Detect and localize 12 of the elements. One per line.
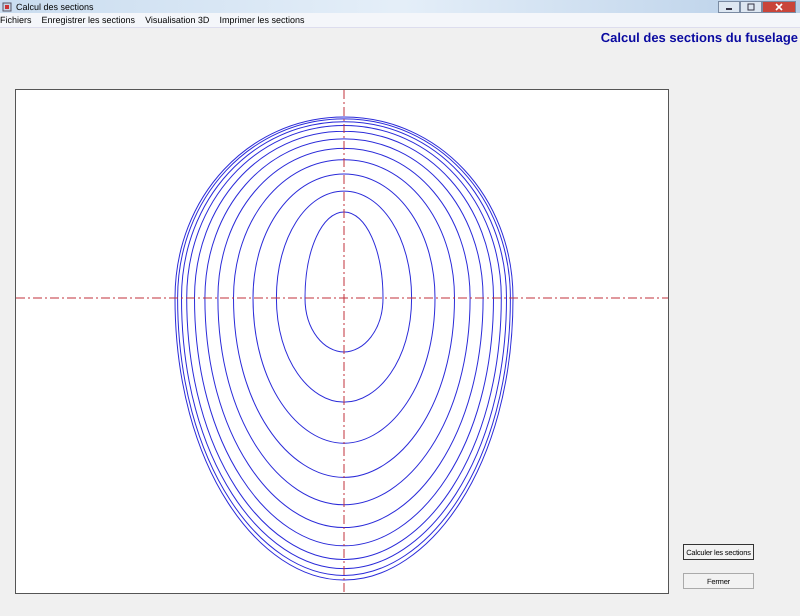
- menu-item[interactable]: Enregistrer les sections: [42, 15, 136, 25]
- close-icon: [775, 2, 783, 10]
- menu-item[interactable]: Visualisation 3D: [145, 15, 210, 25]
- minimize-button[interactable]: [718, 0, 740, 12]
- maximize-icon: [747, 2, 755, 10]
- maximize-button[interactable]: [740, 0, 762, 12]
- page-heading: Calcul des sections du fuselage: [600, 30, 798, 45]
- window-title: Calcul des sections: [16, 2, 94, 12]
- menu-item[interactable]: Fichiers: [0, 15, 32, 25]
- close-button[interactable]: [762, 0, 796, 12]
- app-icon: [2, 2, 12, 12]
- menu-item[interactable]: Imprimer les sections: [219, 15, 304, 25]
